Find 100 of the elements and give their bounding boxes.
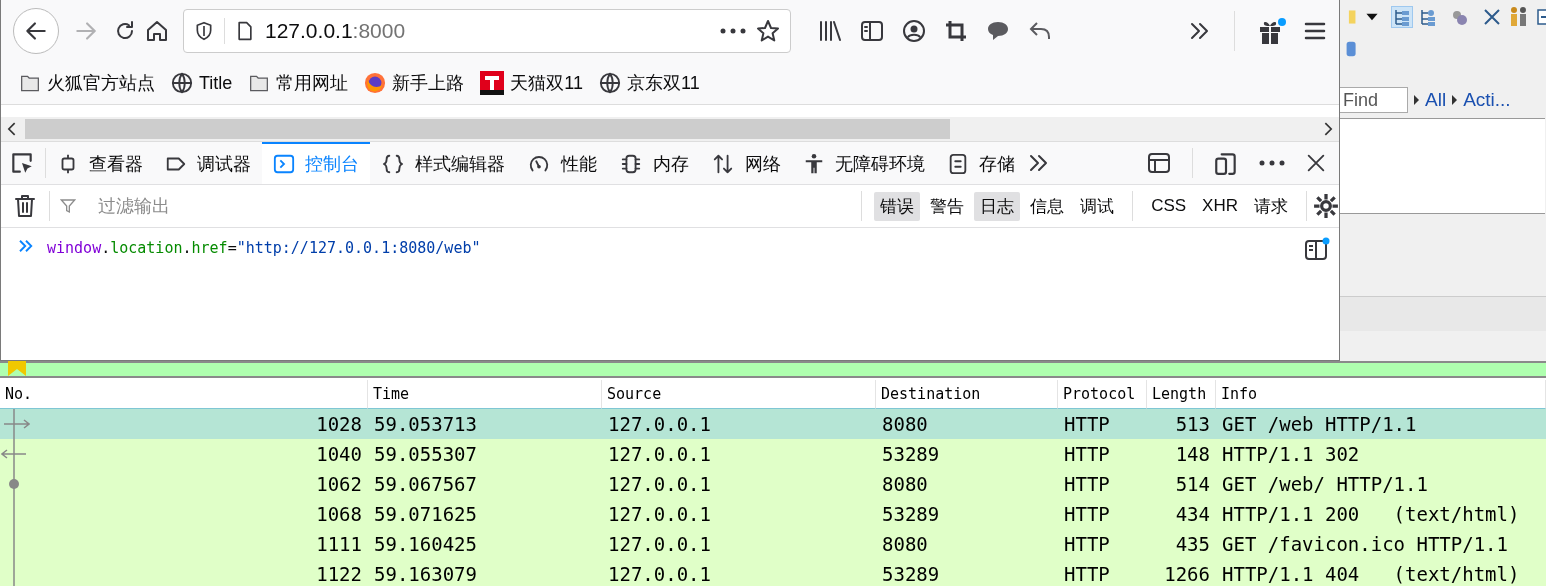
responsive-icon[interactable] — [1213, 150, 1239, 176]
close-icon[interactable] — [1305, 152, 1327, 174]
table-cell: 8080 — [876, 469, 1058, 499]
table-cell: HTTP — [1058, 499, 1147, 529]
horizontal-scrollbar[interactable] — [1, 117, 1339, 141]
page-icon[interactable] — [235, 19, 255, 43]
table-cell: 1266 — [1147, 559, 1216, 586]
table-cell: 53289 — [876, 559, 1058, 586]
find-field[interactable]: Find — [1338, 87, 1408, 113]
table-cell: 127.0.0.1 — [602, 529, 876, 559]
globe-icon — [599, 72, 622, 94]
devtools-tab[interactable]: 性能 — [516, 142, 608, 184]
globe-icon — [171, 72, 193, 94]
tree-icon[interactable] — [1392, 7, 1412, 27]
library-icon[interactable] — [817, 19, 843, 43]
table-cell: 59.067567 — [368, 469, 602, 499]
devtools-tab[interactable]: 内存 — [608, 142, 700, 184]
table-cell: HTTP — [1058, 529, 1147, 559]
table-cell: GET /favicon.ico HTTP/1.1 — [1216, 529, 1546, 559]
log-level-toggle[interactable]: 日志 — [974, 191, 1021, 221]
devtools-tab[interactable]: 网络 — [700, 142, 792, 184]
shield-icon[interactable] — [194, 20, 214, 42]
bookmark-item[interactable]: Title — [171, 72, 233, 94]
speech-bubble-icon[interactable] — [985, 19, 1011, 43]
more-dots-icon[interactable] — [1259, 159, 1285, 167]
home-icon[interactable] — [145, 19, 169, 43]
t-square-icon — [480, 71, 505, 95]
table-cell: HTTP/1.1 302 — [1216, 439, 1546, 469]
devtools-tab[interactable]: 查看器 — [46, 142, 154, 184]
request-type-toggle[interactable]: XHR — [1196, 193, 1244, 219]
storage-icon[interactable] — [947, 153, 969, 175]
crop-icon[interactable] — [943, 19, 969, 43]
console-icon[interactable] — [273, 153, 295, 175]
response-arrow-drawing — [1, 439, 27, 469]
display-filter-bar[interactable] — [0, 361, 1546, 378]
table-cell: 148 — [1147, 439, 1216, 469]
table-cell: HTTP/1.1 200 (text/html) — [1216, 499, 1546, 529]
devtools-tab[interactable]: 无障碍环境 — [792, 142, 936, 184]
devtools-tab[interactable]: 样式编辑器 — [370, 142, 516, 184]
log-level-toggle[interactable]: 信息 — [1024, 191, 1071, 221]
table-cell: 59.055307 — [368, 439, 602, 469]
database-icon[interactable] — [1346, 40, 1358, 58]
table-cell: 1028 — [0, 409, 368, 439]
table-cell: 59.071625 — [368, 499, 602, 529]
table-cell: GET /web/ HTTP/1.1 — [1216, 469, 1546, 499]
prompt-chevron-icon — [17, 237, 35, 255]
table-cell: 53289 — [876, 499, 1058, 529]
cross-icon[interactable] — [1482, 7, 1502, 27]
table-cell: 127.0.0.1 — [602, 499, 876, 529]
filter-link[interactable]: All — [1425, 89, 1447, 111]
fox-globe-icon — [364, 72, 387, 94]
account-icon[interactable] — [901, 19, 927, 43]
table-cell: 59.053713 — [368, 409, 602, 439]
address-bar[interactable]: 127.0.0.1:8000 — [183, 9, 791, 53]
table-cell: 1062 — [0, 469, 368, 499]
table-cell: 53289 — [876, 439, 1058, 469]
related-dot-drawing — [9, 469, 19, 499]
filter-link[interactable]: Acti... — [1463, 89, 1511, 111]
devtools-tab[interactable]: 存储 — [936, 142, 1026, 184]
bookmark-item[interactable]: 常用网址 — [248, 71, 349, 95]
table-cell: 513 — [1147, 409, 1216, 439]
table-cell: GET /web HTTP/1.1 — [1216, 409, 1546, 439]
sidebar-toggle-icon[interactable] — [1305, 237, 1331, 261]
star-icon[interactable] — [756, 19, 780, 43]
filter-icon — [60, 197, 76, 215]
bookmark-item[interactable]: 新手上路 — [364, 71, 465, 95]
trash-icon[interactable] — [13, 193, 37, 219]
log-level-toggle[interactable]: 调试 — [1074, 191, 1121, 221]
table-cell: 8080 — [876, 409, 1058, 439]
bookmark-item[interactable]: 京东双11 — [599, 71, 700, 95]
table-cell: HTTP — [1058, 559, 1147, 586]
table-cell: 127.0.0.1 — [602, 439, 876, 469]
sidebar-icon[interactable] — [859, 19, 885, 43]
table-cell: 434 — [1147, 499, 1216, 529]
gift-icon[interactable] — [1257, 17, 1287, 45]
more-dots-icon[interactable] — [720, 26, 746, 36]
console-input[interactable]: window.location.href="http://127.0.0.1:8080/web" — [47, 239, 1293, 257]
back-button[interactable] — [13, 8, 59, 54]
settings-icon[interactable] — [1313, 193, 1339, 219]
braces-icon[interactable] — [381, 153, 405, 175]
log-level-toggle[interactable]: 警告 — [924, 191, 971, 221]
request-type-toggle[interactable]: CSS — [1145, 193, 1193, 219]
table-cell: 1068 — [0, 499, 368, 529]
dock-layout-icon[interactable] — [1146, 151, 1172, 175]
table-cell: 59.163079 — [368, 559, 602, 586]
bookmark-item[interactable]: 天猫双11 — [480, 71, 584, 95]
table-cell: 8080 — [876, 529, 1058, 559]
tree-icon[interactable] — [1418, 7, 1438, 27]
person-icon[interactable] — [803, 153, 825, 175]
chip-icon[interactable] — [619, 153, 643, 175]
table-cell: 127.0.0.1 — [602, 469, 876, 499]
element-picker-icon[interactable] — [9, 150, 35, 176]
log-level-toggle[interactable]: 错误 — [874, 191, 921, 221]
bookmark-item[interactable]: 火狐官方站点 — [19, 71, 155, 95]
request-arrow-drawing — [2, 409, 30, 439]
arrows-updown-icon[interactable] — [711, 153, 735, 175]
devtools-tab[interactable]: 控制台 — [262, 142, 370, 184]
devtools-tab[interactable]: 调试器 — [154, 142, 262, 184]
filter-field[interactable]: 过滤输出 — [98, 191, 852, 221]
request-type-toggle[interactable]: 请求 — [1248, 191, 1294, 221]
